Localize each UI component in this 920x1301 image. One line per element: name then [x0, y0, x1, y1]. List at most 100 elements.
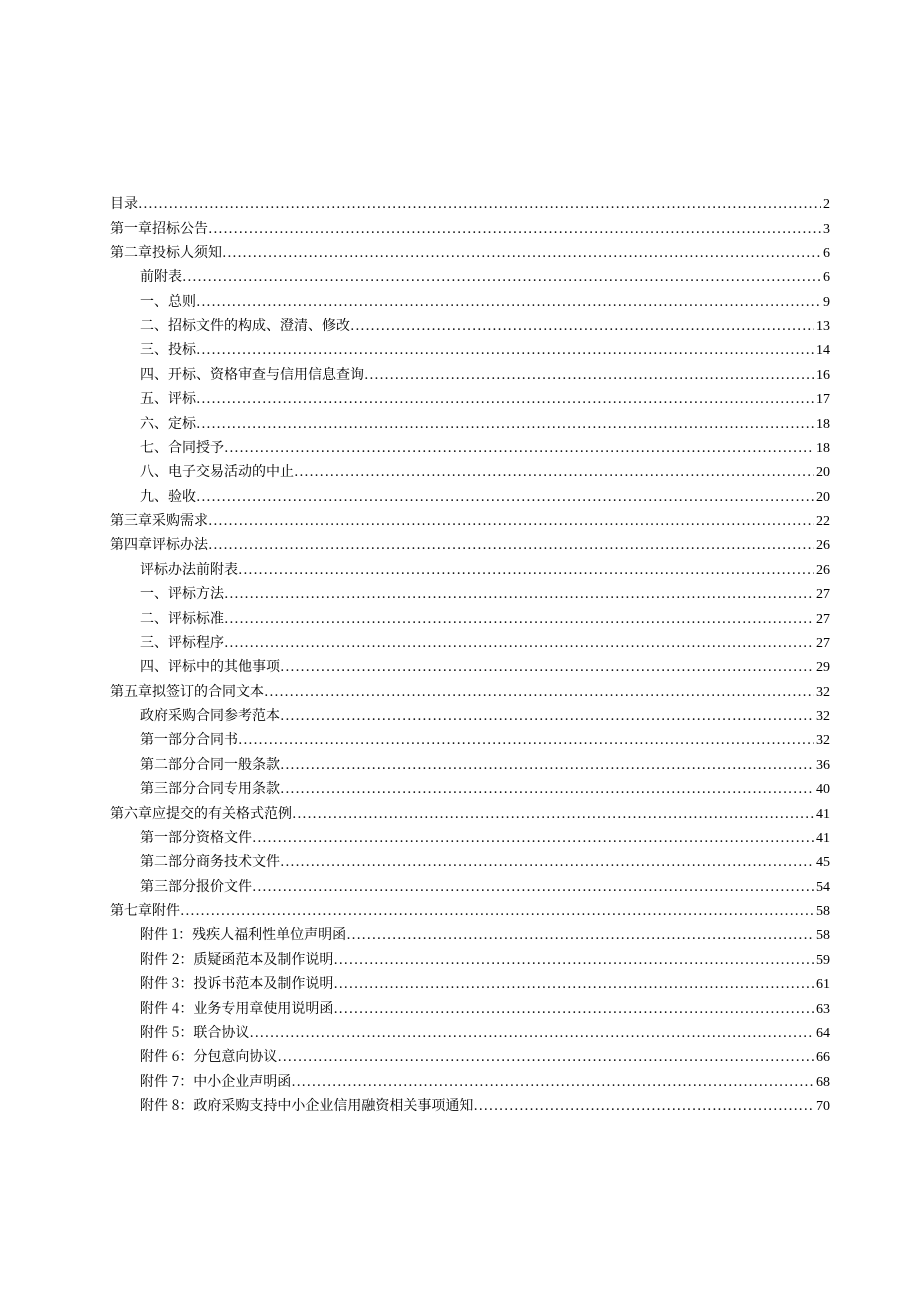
toc-label: 三、投标 [140, 342, 196, 356]
toc-label: 附件 2：质疑函范本及制作说明 [140, 952, 333, 966]
toc-leader [222, 245, 821, 259]
toc-leader [238, 732, 814, 746]
toc-leader [224, 611, 814, 625]
toc-leader [280, 781, 814, 795]
toc-label: 附件 5：联合协议 [140, 1025, 249, 1039]
toc-entry[interactable]: 第一部分合同书32 [110, 728, 830, 752]
toc-entry[interactable]: 四、评标中的其他事项29 [110, 655, 830, 679]
toc-entry[interactable]: 第五章拟签订的合同文本32 [110, 680, 830, 704]
toc-entry[interactable]: 附件 5：联合协议 64 [110, 1021, 830, 1045]
toc-entry[interactable]: 附件 4：业务专用章使用说明函 63 [110, 996, 830, 1020]
toc-leader [238, 562, 814, 576]
toc-label: 第三部分合同专用条款 [140, 781, 280, 795]
toc-entry[interactable]: 九、验收20 [110, 485, 830, 509]
toc-leader [249, 1025, 814, 1039]
toc-page-number: 29 [814, 661, 830, 675]
toc-leader [182, 269, 821, 283]
toc-entry[interactable]: 六、定标18 [110, 411, 830, 435]
toc-label: 第四章评标办法 [110, 537, 208, 551]
toc-page-number: 66 [814, 1051, 830, 1065]
toc-leader [280, 708, 814, 722]
toc-label: 第一部分合同书 [140, 732, 238, 746]
toc-entry[interactable]: 第六章应提交的有关格式范例41 [110, 801, 830, 825]
toc-entry[interactable]: 第一章招标公告3 [110, 216, 830, 240]
toc-label: 四、开标、资格审查与信用信息查询 [140, 367, 364, 381]
toc-leader [333, 1001, 814, 1015]
toc-page-number: 26 [814, 539, 830, 553]
toc-entry[interactable]: 第一部分资格文件41 [110, 826, 830, 850]
toc-entry[interactable]: 第二部分合同一般条款 36 [110, 753, 830, 777]
toc-entry[interactable]: 第三章采购需求 22 [110, 509, 830, 533]
toc-entry[interactable]: 第二章投标人须知6 [110, 241, 830, 265]
toc-page-number: 36 [814, 759, 830, 773]
toc-leader [196, 489, 814, 503]
toc-entry[interactable]: 附件 1：残疾人福利性单位声明函 58 [110, 923, 830, 947]
toc-entry[interactable]: 目录2 [110, 192, 830, 216]
toc-leader [280, 757, 814, 771]
toc-leader [180, 903, 814, 917]
toc-entry[interactable]: 第七章附件58 [110, 899, 830, 923]
toc-page-number: 22 [814, 515, 830, 529]
toc-page-number: 14 [814, 344, 830, 358]
toc-page-number: 45 [814, 856, 830, 870]
toc-entry[interactable]: 附件 7：中小企业声明函 68 [110, 1070, 830, 1094]
toc-label: 第二部分合同一般条款 [140, 757, 280, 771]
toc-label: 附件 3：投诉书范本及制作说明 [140, 976, 333, 990]
toc-page-number: 59 [814, 954, 830, 968]
toc-entry[interactable]: 评标办法前附表26 [110, 558, 830, 582]
toc-page-number: 20 [814, 466, 830, 480]
toc-leader [364, 367, 814, 381]
toc-label: 第三部分报价文件 [140, 879, 252, 893]
toc-entry[interactable]: 附件 2：质疑函范本及制作说明 59 [110, 948, 830, 972]
toc-label: 九、验收 [140, 489, 196, 503]
toc-leader [333, 976, 814, 990]
toc-entry[interactable]: 第三部分报价文件 54 [110, 875, 830, 899]
toc-label: 第六章应提交的有关格式范例 [110, 806, 292, 820]
toc-page-number: 54 [814, 881, 830, 895]
toc-entry[interactable]: 附件 6：分包意向协议 66 [110, 1045, 830, 1069]
toc-entry[interactable]: 三、评标程序 27 [110, 631, 830, 655]
toc-leader [473, 1098, 814, 1112]
toc-leader [264, 684, 814, 698]
toc-leader [224, 635, 814, 649]
toc-label: 一、评标方法 [140, 586, 224, 600]
toc-page-number: 32 [814, 710, 830, 724]
toc-leader [280, 854, 814, 868]
toc-page-number: 18 [814, 418, 830, 432]
toc-label: 二、招标文件的构成、澄清、修改 [140, 318, 350, 332]
toc-entry[interactable]: 第二部分商务技术文件 45 [110, 850, 830, 874]
toc-label: 附件 6：分包意向协议 [140, 1049, 277, 1063]
toc-page-number: 13 [814, 320, 830, 334]
toc-label: 附件 8：政府采购支持中小企业信用融资相关事项通知 [140, 1098, 473, 1112]
document-page: 目录2第一章招标公告3第二章投标人须知6前附表6一、总则9二、招标文件的构成、澄… [0, 0, 920, 1158]
toc-label: 第二部分商务技术文件 [140, 854, 280, 868]
toc-entry[interactable]: 政府采购合同参考范本 32 [110, 704, 830, 728]
toc-page-number: 9 [821, 296, 830, 310]
toc-entry[interactable]: 第四章评标办法 26 [110, 533, 830, 557]
toc-label: 政府采购合同参考范本 [140, 708, 280, 722]
toc-leader [138, 196, 821, 210]
toc-entry[interactable]: 第三部分合同专用条款40 [110, 777, 830, 801]
toc-label: 三、评标程序 [140, 635, 224, 649]
toc-entry[interactable]: 四、开标、资格审查与信用信息查询16 [110, 363, 830, 387]
toc-entry[interactable]: 一、总则9 [110, 290, 830, 314]
toc-label: 第一章招标公告 [110, 221, 208, 235]
toc-entry[interactable]: 一、评标方法27 [110, 582, 830, 606]
toc-entry[interactable]: 七、合同授予18 [110, 436, 830, 460]
toc-entry[interactable]: 三、投标 14 [110, 338, 830, 362]
toc-entry[interactable]: 附件 8：政府采购支持中小企业信用融资相关事项通知 70 [110, 1094, 830, 1118]
toc-label: 七、合同授予 [140, 440, 224, 454]
toc-page-number: 27 [814, 637, 830, 651]
toc-entry[interactable]: 八、电子交易活动的中止20 [110, 460, 830, 484]
toc-label: 第七章附件 [110, 903, 180, 917]
toc-label: 五、评标 [140, 391, 196, 405]
toc-entry[interactable]: 五、评标17 [110, 387, 830, 411]
toc-label: 第三章采购需求 [110, 513, 208, 527]
toc-leader [280, 659, 814, 673]
toc-leader [208, 537, 814, 551]
toc-entry[interactable]: 前附表6 [110, 265, 830, 289]
toc-entry[interactable]: 二、招标文件的构成、澄清、修改 13 [110, 314, 830, 338]
toc-page-number: 41 [814, 832, 830, 846]
toc-entry[interactable]: 附件 3：投诉书范本及制作说明 61 [110, 972, 830, 996]
toc-entry[interactable]: 二、评标标准27 [110, 606, 830, 630]
